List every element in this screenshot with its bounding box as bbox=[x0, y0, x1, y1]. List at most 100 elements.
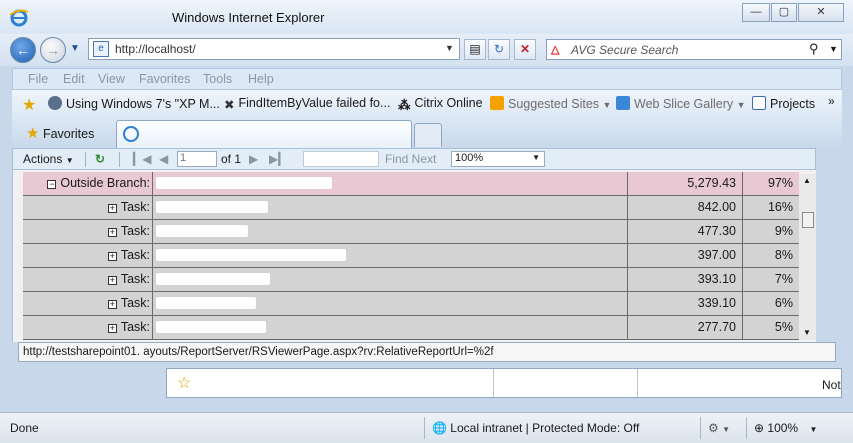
page-count: of 1 bbox=[221, 152, 242, 166]
expand-icon[interactable]: + bbox=[107, 228, 117, 237]
search-placeholder: AVG Secure Search bbox=[571, 43, 679, 57]
minimize-button[interactable]: — bbox=[742, 3, 770, 22]
web-slice-icon bbox=[616, 96, 630, 110]
divider bbox=[493, 369, 494, 397]
first-page-icon[interactable]: ▎◀ bbox=[133, 152, 151, 166]
redacted-text bbox=[156, 297, 256, 309]
favorites-star-icon[interactable]: ☆ bbox=[177, 373, 191, 393]
previous-page-icon[interactable]: ◀ bbox=[159, 152, 168, 166]
table-row: + Task: 277.70 5% bbox=[23, 316, 799, 340]
favorite-item-suggested-sites[interactable]: Suggested Sites ▼ bbox=[490, 96, 611, 111]
title-bar: Windows Internet Explorer — ▢ ✕ bbox=[0, 0, 853, 34]
row-label: + Task: bbox=[23, 244, 153, 267]
search-icon[interactable]: ⚲ bbox=[809, 41, 819, 57]
menu-view[interactable]: View bbox=[98, 72, 125, 86]
scroll-down-icon[interactable]: ▼ bbox=[803, 328, 811, 337]
recent-pages-dropdown-icon[interactable]: ▼ bbox=[70, 43, 80, 54]
protected-mode-icon[interactable]: ⚙ ▼ bbox=[708, 421, 730, 435]
row-amount: 277.70 bbox=[628, 316, 743, 339]
maximize-button[interactable]: ▢ bbox=[771, 3, 797, 22]
tab-active[interactable] bbox=[116, 120, 412, 148]
menu-favorites[interactable]: Favorites bbox=[139, 72, 190, 86]
scroll-up-icon[interactable]: ▲ bbox=[803, 176, 811, 185]
status-divider bbox=[424, 417, 425, 439]
new-tab-button[interactable] bbox=[414, 123, 442, 147]
background-toolbar: ☆ Not bbox=[166, 368, 842, 398]
row-label: + Task: bbox=[23, 292, 153, 315]
row-description bbox=[153, 316, 628, 339]
redacted-text bbox=[156, 201, 268, 213]
address-dropdown-icon[interactable]: ▼ bbox=[445, 43, 454, 53]
expand-icon[interactable]: + bbox=[107, 276, 117, 285]
favorite-item-citrix[interactable]: ⁂ Citrix Online bbox=[398, 96, 483, 112]
vertical-scrollbar[interactable]: ▲ ▼ bbox=[799, 174, 816, 340]
menu-file[interactable]: File bbox=[28, 72, 48, 86]
favorite-item-xp-mode[interactable]: Using Windows 7's "XP M... bbox=[48, 96, 220, 111]
table-row: + Task: 339.10 6% bbox=[23, 292, 799, 316]
row-description bbox=[153, 172, 628, 195]
collapse-icon[interactable]: − bbox=[47, 180, 57, 189]
menu-edit[interactable]: Edit bbox=[63, 72, 85, 86]
row-description bbox=[153, 268, 628, 291]
back-button[interactable]: ← bbox=[10, 37, 36, 63]
add-favorite-star-icon[interactable]: ★ bbox=[22, 95, 36, 115]
redacted-text bbox=[156, 249, 346, 261]
menu-tools[interactable]: Tools bbox=[203, 72, 232, 86]
row-label: + Task: bbox=[23, 316, 153, 339]
favorites-bar: ★ Using Windows 7's "XP M... ✖ FindItemBy… bbox=[12, 90, 842, 118]
suggested-sites-icon bbox=[490, 96, 504, 110]
row-amount: 339.10 bbox=[628, 292, 743, 315]
cross-icon: ✖ bbox=[224, 98, 235, 112]
redacted-text bbox=[156, 273, 270, 285]
truncated-label: Not bbox=[822, 378, 841, 392]
page-number-input[interactable]: 1 bbox=[177, 151, 217, 167]
window-title: Windows Internet Explorer bbox=[172, 10, 325, 25]
row-percent: 16% bbox=[767, 200, 793, 214]
favorite-item-finditembyvalue[interactable]: ✖ FindItemByValue failed fo... bbox=[224, 96, 390, 112]
status-bar: Done 🌐 Local intranet | Protected Mode: … bbox=[0, 412, 853, 443]
address-url[interactable]: http://localhost/ bbox=[115, 42, 196, 56]
avg-icon: △ bbox=[551, 44, 560, 56]
row-percent: 97% bbox=[767, 176, 793, 190]
favorite-item-web-slice-gallery[interactable]: Web Slice Gallery ▼ bbox=[616, 96, 746, 111]
search-box[interactable]: △ AVG Secure Search ⚲ ▼ bbox=[546, 39, 842, 60]
expand-icon[interactable]: + bbox=[107, 204, 117, 213]
search-dropdown-icon[interactable]: ▼ bbox=[829, 44, 838, 54]
expand-icon[interactable]: + bbox=[107, 252, 117, 261]
menu-help[interactable]: Help bbox=[248, 72, 274, 86]
forward-button[interactable]: → bbox=[40, 37, 66, 63]
row-amount: 393.10 bbox=[628, 268, 743, 291]
row-percent: 5% bbox=[774, 320, 793, 334]
refresh-icon[interactable]: ↻ bbox=[488, 39, 510, 60]
status-divider bbox=[700, 417, 701, 439]
report-body: − Outside Branch: 5,279.43 97% + Task: 842… bbox=[12, 170, 816, 342]
status-text: Done bbox=[10, 421, 39, 435]
next-page-icon[interactable]: ▶ bbox=[249, 152, 258, 166]
table-row: + Task: 842.00 16% bbox=[23, 196, 799, 220]
zoom-select[interactable]: 100% ▼ bbox=[451, 151, 545, 167]
redacted-text bbox=[156, 225, 248, 237]
scroll-thumb[interactable] bbox=[802, 212, 814, 228]
actions-menu[interactable]: Actions ▼ bbox=[23, 152, 74, 166]
refresh-report-icon[interactable]: ↻ bbox=[95, 152, 105, 166]
last-page-icon[interactable]: ▶▎ bbox=[269, 152, 287, 166]
chevron-more-icon[interactable]: » bbox=[828, 94, 835, 108]
expand-icon[interactable]: + bbox=[107, 300, 117, 309]
find-text-input[interactable] bbox=[303, 151, 379, 167]
address-bar[interactable]: e http://localhost/ ▼ bbox=[88, 38, 460, 60]
citrix-icon: ⁂ bbox=[398, 98, 411, 112]
row-description bbox=[153, 196, 628, 219]
row-amount: 397.00 bbox=[628, 244, 743, 267]
stop-icon[interactable]: ✕ bbox=[514, 39, 536, 60]
row-description bbox=[153, 244, 628, 267]
expand-icon[interactable]: + bbox=[107, 324, 117, 333]
zoom-level[interactable]: ⊕ 100% ▼ bbox=[754, 421, 817, 435]
address-row: ← → ▼ e http://localhost/ ▼ ▤ ↻ ✕ △ AVG … bbox=[0, 34, 853, 66]
close-button[interactable]: ✕ bbox=[798, 3, 844, 22]
compatibility-view-icon[interactable]: ▤ bbox=[464, 39, 486, 60]
row-percent: 8% bbox=[774, 248, 793, 262]
favorite-item-projects[interactable]: Projects bbox=[752, 96, 815, 111]
favorites-button[interactable]: ★ Favorites bbox=[26, 124, 94, 142]
find-next-button[interactable]: Find Next bbox=[385, 152, 436, 166]
security-zone[interactable]: 🌐 Local intranet | Protected Mode: Off bbox=[432, 421, 639, 435]
